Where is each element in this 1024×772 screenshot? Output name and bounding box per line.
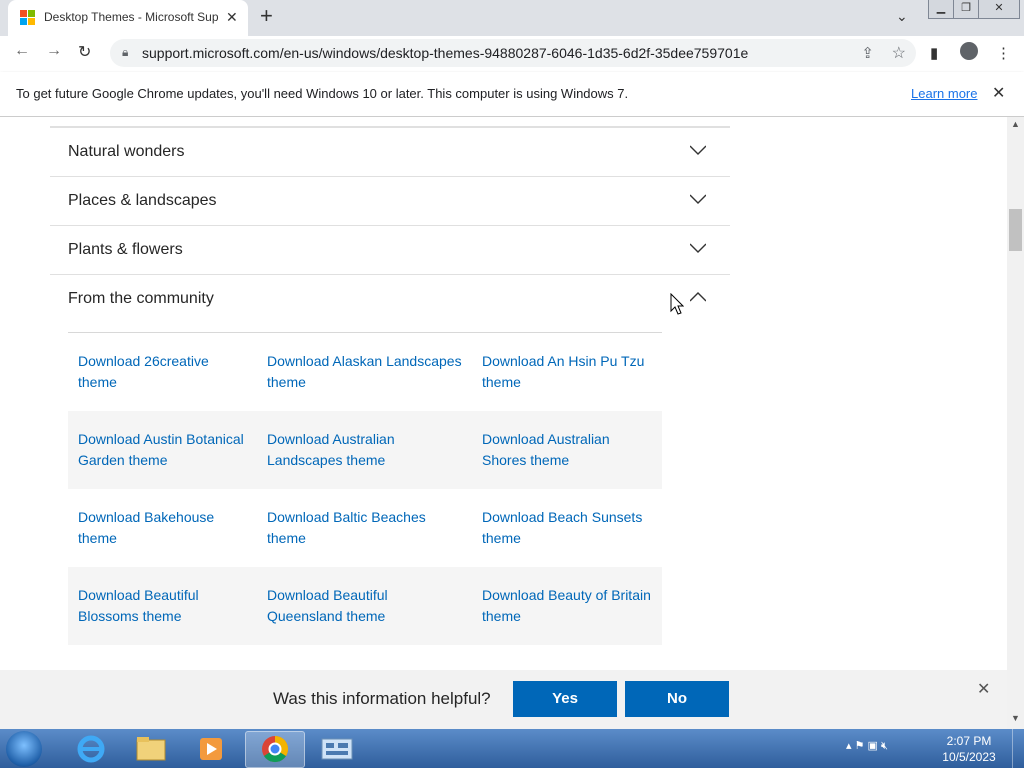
accordion-label: Places & landscapes: [68, 192, 217, 209]
start-button-icon[interactable]: [6, 731, 42, 767]
new-tab-button[interactable]: +: [260, 5, 273, 27]
bookmark-star-icon[interactable]: ☆: [892, 43, 906, 63]
profile-avatar-icon[interactable]: [960, 42, 978, 60]
theme-row: Download Austin Botanical Garden theme D…: [68, 411, 662, 489]
clock-date: 10/5/2023: [942, 750, 996, 764]
theme-download-link[interactable]: Download Austin Botanical Garden theme: [78, 429, 248, 471]
share-icon[interactable]: ⇪: [861, 44, 874, 62]
tab-close-icon[interactable]: ✕: [226, 9, 238, 26]
taskbar-clock[interactable]: 2:07 PM 10/5/2023: [934, 733, 1004, 765]
browser-toolbar: ← → ↻ 🔒︎ support.microsoft.com/en-us/win…: [0, 36, 1024, 70]
tab-search-icon[interactable]: ⌄: [896, 8, 908, 25]
close-window-button[interactable]: ✕: [978, 0, 1020, 19]
accordion-label: Natural wonders: [68, 143, 185, 160]
accordion-label: From the community: [68, 290, 214, 307]
forward-icon[interactable]: →: [46, 42, 62, 60]
feedback-question: Was this information helpful?: [273, 689, 491, 708]
media-player-icon[interactable]: [182, 731, 240, 766]
lock-icon[interactable]: 🔒︎: [122, 45, 128, 60]
system-tray-icons[interactable]: ▴ ⚑ ▣ 🔇︎: [846, 739, 888, 753]
theme-download-link[interactable]: Download An Hsin Pu Tzu theme: [482, 351, 652, 393]
chevron-down-icon: [690, 243, 706, 253]
scrollbar-thumb[interactable]: [1009, 209, 1022, 251]
url-text[interactable]: support.microsoft.com/en-us/windows/desk…: [142, 45, 748, 61]
reload-icon[interactable]: ↻: [78, 42, 91, 62]
tab-strip: Desktop Themes - Microsoft Sup ✕ + ⌄ ▁ ❐…: [0, 0, 1024, 36]
side-panel-icon[interactable]: ▮: [930, 44, 938, 62]
taskbar: ▴ ⚑ ▣ 🔇︎ 2:07 PM 10/5/2023: [0, 729, 1024, 768]
infobar-close-icon[interactable]: ✕: [992, 83, 1005, 103]
theme-download-link[interactable]: Download Baltic Beaches theme: [267, 507, 467, 549]
control-panel-icon[interactable]: [308, 731, 366, 766]
theme-download-link[interactable]: Download Beach Sunsets theme: [482, 507, 652, 549]
accordion-natural-wonders[interactable]: Natural wonders: [50, 127, 730, 176]
theme-download-grid: Download 26creative theme Download Alask…: [68, 333, 662, 645]
no-button[interactable]: No: [625, 681, 729, 717]
theme-row: Download 26creative theme Download Alask…: [68, 333, 662, 411]
page-scrollbar[interactable]: ▲ ▼: [1007, 117, 1024, 729]
file-explorer-icon[interactable]: [122, 731, 180, 766]
menu-icon[interactable]: ⋮: [996, 44, 1011, 62]
browser-tab[interactable]: Desktop Themes - Microsoft Sup ✕: [8, 0, 248, 36]
theme-download-link[interactable]: Download Beauty of Britain theme: [482, 585, 652, 627]
learn-more-link[interactable]: Learn more: [911, 86, 977, 101]
accordion-from-the-community[interactable]: From the community: [50, 274, 730, 323]
accordion-plants-flowers[interactable]: Plants & flowers: [50, 225, 730, 274]
update-infobar: To get future Google Chrome updates, you…: [0, 72, 1024, 117]
scroll-down-icon[interactable]: ▼: [1011, 713, 1020, 723]
yes-button[interactable]: Yes: [513, 681, 617, 717]
address-bar[interactable]: 🔒︎ support.microsoft.com/en-us/windows/d…: [110, 39, 916, 67]
scroll-up-icon[interactable]: ▲: [1011, 119, 1020, 129]
clock-time: 2:07 PM: [946, 734, 992, 748]
tab-title: Desktop Themes - Microsoft Sup: [44, 10, 219, 24]
infobar-message: To get future Google Chrome updates, you…: [16, 86, 629, 101]
chrome-icon[interactable]: [245, 731, 305, 768]
theme-row: Download Bakehouse theme Download Baltic…: [68, 489, 662, 567]
theme-download-link[interactable]: Download Australian Shores theme: [482, 429, 652, 471]
microsoft-logo-icon: [20, 10, 36, 26]
minimize-button[interactable]: ▁: [928, 0, 954, 19]
theme-download-link[interactable]: Download 26creative theme: [78, 351, 248, 393]
restore-button[interactable]: ❐: [953, 0, 979, 19]
theme-download-link[interactable]: Download Beautiful Blossoms theme: [78, 585, 248, 627]
internet-explorer-icon[interactable]: [62, 731, 120, 766]
chevron-down-icon: [690, 194, 706, 204]
feedback-close-icon[interactable]: ✕: [977, 679, 990, 699]
theme-download-link[interactable]: Download Alaskan Landscapes theme: [267, 351, 467, 393]
feedback-bar: Was this information helpful? Yes No ✕: [0, 670, 1007, 729]
theme-download-link[interactable]: Download Beautiful Queensland theme: [267, 585, 467, 627]
back-icon[interactable]: ←: [14, 42, 30, 60]
theme-download-link[interactable]: Download Australian Landscapes theme: [267, 429, 467, 471]
accordion-places-landscapes[interactable]: Places & landscapes: [50, 176, 730, 225]
page-content: Natural wonders Places & landscapes Plan…: [0, 117, 1007, 729]
chevron-down-icon: [690, 145, 706, 155]
accordion-label: Plants & flowers: [68, 241, 183, 258]
chevron-up-icon: [690, 292, 706, 302]
mouse-cursor-icon: [670, 293, 684, 315]
show-desktop-button[interactable]: [1012, 729, 1024, 768]
theme-row: Download Beautiful Blossoms theme Downlo…: [68, 567, 662, 645]
theme-download-link[interactable]: Download Bakehouse theme: [78, 507, 248, 549]
